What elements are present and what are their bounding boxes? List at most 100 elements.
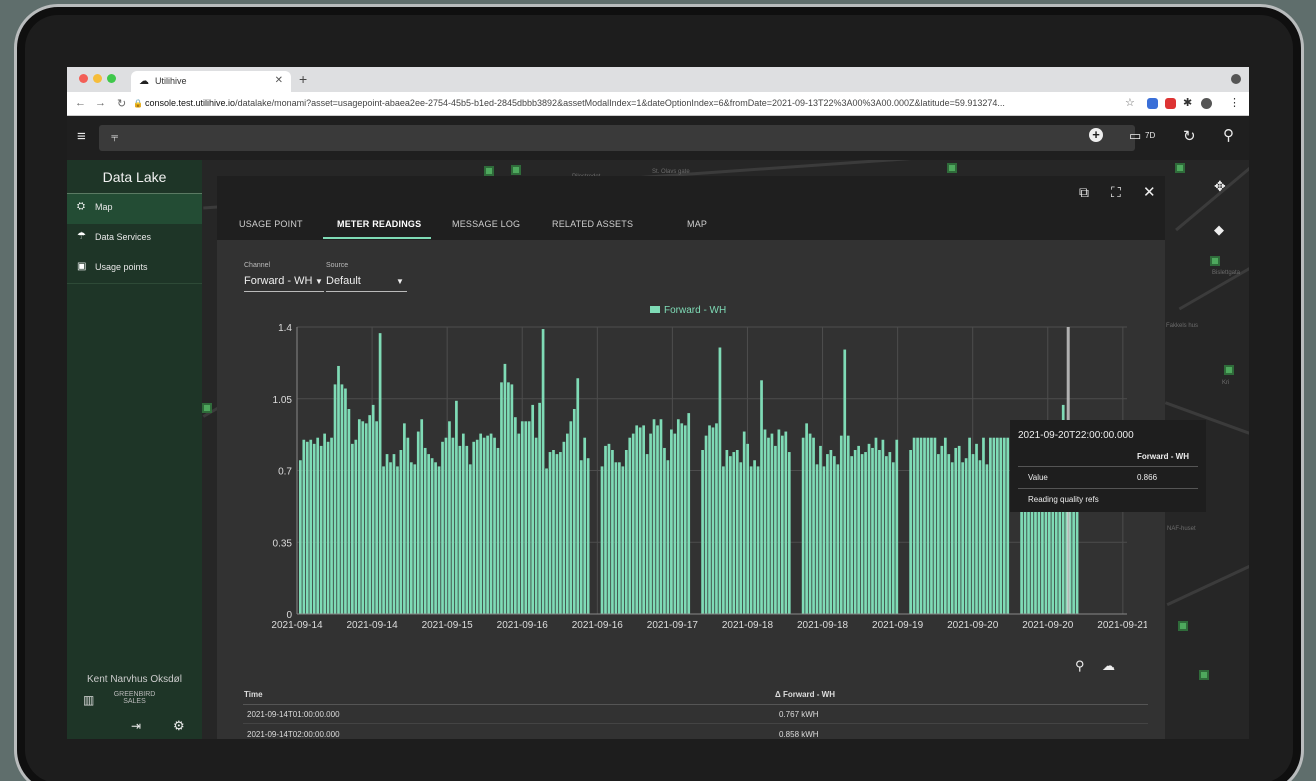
source-underline <box>326 291 407 292</box>
url-field[interactable]: console.test.utilihive.io/datalake/monam… <box>145 98 1045 108</box>
chart-bar <box>468 464 472 614</box>
refresh-icon[interactable]: ↻ <box>1183 127 1196 145</box>
new-tab-icon[interactable]: + <box>299 71 307 87</box>
calendar-icon[interactable]: ▭ <box>1129 128 1141 144</box>
chart-bar <box>403 423 406 614</box>
column-header-value[interactable]: Δ Forward - WH <box>775 690 835 699</box>
chart-bar <box>430 458 434 614</box>
column-header-time[interactable]: Time <box>244 690 263 699</box>
search-icon[interactable]: ⚲ <box>1223 126 1234 144</box>
chart-bar <box>604 445 607 614</box>
tab-usage-point[interactable]: USAGE POINT <box>239 219 303 229</box>
chart-bar <box>839 435 843 614</box>
channel-dropdown-icon[interactable]: ▼ <box>315 277 323 286</box>
chart-bar <box>888 452 892 614</box>
tab-message-log[interactable]: MESSAGE LOG <box>452 219 520 229</box>
chart-bar <box>756 466 760 614</box>
browser-menu-icon[interactable] <box>1231 74 1241 84</box>
chart-bar <box>853 450 857 614</box>
chart-bar <box>552 450 555 614</box>
layers-icon[interactable]: ◆ <box>1214 222 1224 238</box>
app-header: ≡ ⫧ + ▭ 7D ↻ ⚲ <box>67 116 1249 160</box>
chart-bar <box>943 437 947 614</box>
chart-bar <box>416 431 420 614</box>
reload-icon[interactable]: ↻ <box>117 97 126 110</box>
channel-label: Channel <box>244 262 271 269</box>
asset-modal: ⧉ ⛶ ✕ USAGE POINT METER READINGS MESSAGE… <box>217 176 1206 739</box>
filter-icon[interactable]: ⫧ <box>111 129 118 145</box>
chart-bar <box>666 460 670 614</box>
source-dropdown-icon[interactable]: ▼ <box>396 277 404 286</box>
move-icon[interactable]: ✥ <box>1214 178 1226 195</box>
settings-gear-icon[interactable]: ⚙ <box>173 718 185 734</box>
puzzle-icon[interactable]: ✱ <box>1183 96 1192 109</box>
hamburger-menu-icon[interactable]: ≡ <box>77 128 86 145</box>
chart-bar <box>656 425 659 614</box>
logout-icon[interactable]: ⇥ <box>131 719 141 733</box>
map-pin[interactable] <box>1224 365 1234 375</box>
map-label: Bislettgata <box>1212 270 1241 276</box>
browser-tab[interactable]: ☁ Utilihive ✕ <box>131 71 291 92</box>
chart-bar <box>846 435 850 614</box>
minimize-window-dot[interactable] <box>93 74 102 83</box>
chart-bar <box>957 445 961 614</box>
chart-bar <box>822 466 826 614</box>
chart-bar <box>843 349 847 614</box>
tab-map[interactable]: MAP <box>687 219 707 229</box>
chart-bar <box>364 423 368 614</box>
filter-bar[interactable]: ⫧ <box>99 125 1135 151</box>
chart-bar <box>867 443 871 614</box>
download-cloud-icon[interactable]: ☁ <box>1102 658 1115 674</box>
extension-icon[interactable] <box>1165 98 1176 109</box>
chart-bar <box>399 450 403 614</box>
chart-bar <box>836 464 840 614</box>
chart-bar <box>704 435 708 614</box>
maximize-window-dot[interactable] <box>107 74 116 83</box>
x-tick-label: 2021-09-17 <box>647 620 699 631</box>
chart-bar <box>801 437 805 614</box>
back-icon[interactable]: ← <box>75 97 86 109</box>
fullscreen-icon[interactable]: ⛶ <box>1111 184 1121 201</box>
map-pin[interactable] <box>1210 256 1220 266</box>
bookmark-star-icon[interactable]: ☆ <box>1125 96 1135 109</box>
x-tick-label: 2021-09-16 <box>497 620 549 631</box>
translate-extension-icon[interactable] <box>1147 98 1158 109</box>
map-pin[interactable] <box>1199 670 1209 680</box>
tab-meter-readings[interactable]: METER READINGS <box>337 219 421 229</box>
sidebar-item-map[interactable]: ⛭ Map <box>67 194 202 224</box>
source-select[interactable]: Default <box>326 275 361 287</box>
close-tab-icon[interactable]: ✕ <box>275 75 283 86</box>
chart-bar <box>718 347 722 614</box>
tab-related-assets[interactable]: RELATED ASSETS <box>552 219 633 229</box>
chart-bar <box>860 454 864 614</box>
table-row[interactable]: 2021-09-14T02:00:00.000 0.858 kWH <box>243 724 1148 739</box>
chart-bar <box>1002 437 1006 614</box>
map-pin[interactable] <box>202 403 212 413</box>
open-external-icon[interactable]: ⧉ <box>1079 184 1089 201</box>
chart-bar <box>607 443 611 614</box>
table-row[interactable]: 2021-09-14T01:00:00.000 0.767 kWH <box>243 704 1148 724</box>
map-pin[interactable] <box>511 165 521 175</box>
map-pin[interactable] <box>484 166 494 176</box>
sidebar-item-usage-points[interactable]: ▣ Usage points <box>67 254 202 284</box>
chart-bar <box>507 382 510 614</box>
close-window-dot[interactable] <box>79 74 88 83</box>
cell-value: 0.858 kWH <box>779 730 819 739</box>
profile-avatar-icon[interactable] <box>1201 98 1212 109</box>
sidebar-item-label: Usage points <box>95 262 148 272</box>
map-pin[interactable] <box>947 163 957 173</box>
x-tick-label: 2021-09-14 <box>346 620 398 631</box>
tab-title: Utilihive <box>155 76 187 86</box>
table-search-icon[interactable]: ⚲ <box>1075 658 1085 674</box>
chart-bar <box>628 437 632 614</box>
map-pin[interactable] <box>1178 621 1188 631</box>
date-range-label[interactable]: 7D <box>1145 131 1155 140</box>
add-circle-icon[interactable]: + <box>1089 128 1103 142</box>
forward-icon[interactable]: → <box>95 97 106 109</box>
close-icon[interactable]: ✕ <box>1143 183 1156 201</box>
more-vert-icon[interactable]: ⋮ <box>1229 96 1240 109</box>
chart-bar <box>989 437 992 614</box>
map-pin[interactable] <box>1175 163 1185 173</box>
channel-select[interactable]: Forward - WH <box>244 275 312 287</box>
sidebar-item-data-services[interactable]: ☂ Data Services <box>67 224 202 254</box>
